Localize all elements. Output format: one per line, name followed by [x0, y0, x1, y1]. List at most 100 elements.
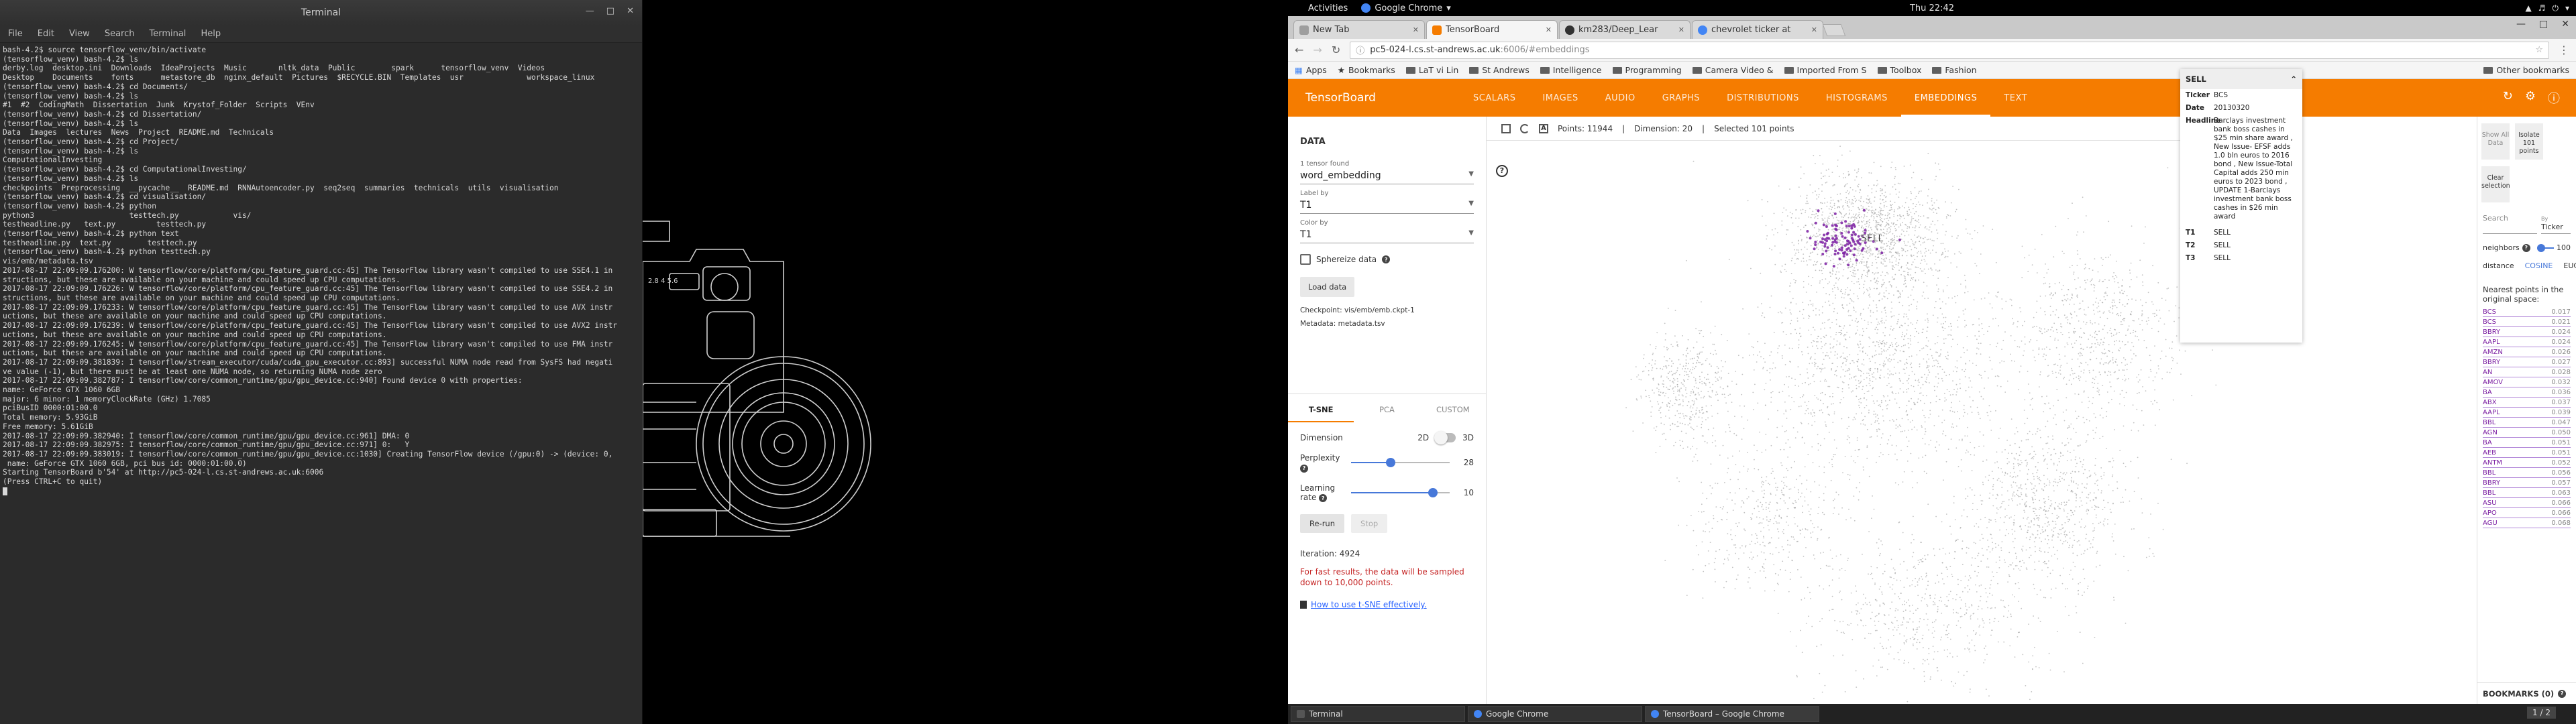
terminal-titlebar[interactable]: Terminal — □ ✕ [0, 0, 642, 25]
perplexity-slider[interactable] [1351, 458, 1450, 468]
dimension-toggle[interactable] [1434, 431, 1456, 444]
system-tray[interactable]: ▲ ♬ ⏻ ▾ [2525, 3, 2569, 13]
close-icon[interactable]: ✕ [627, 6, 634, 16]
embedding-point [1706, 378, 1708, 380]
tab-custom[interactable]: CUSTOM [1420, 394, 1486, 422]
app-menu[interactable]: Google Chrome ▾ [1361, 3, 1451, 13]
label-by-select[interactable]: Label by T1 ▼ [1288, 190, 1486, 219]
forward-icon[interactable]: → [1313, 44, 1322, 56]
projector-canvas-area[interactable]: A Points: 11944 | Dimension: 20 | Select… [1487, 117, 2222, 704]
star-icon[interactable]: ☆ [2535, 45, 2543, 55]
terminal-output[interactable]: bash-4.2$ source tensorflow_venv/bin/act… [0, 43, 642, 720]
checkbox-icon[interactable] [1300, 254, 1311, 265]
bookmark-programming[interactable]: Programming [1612, 65, 1682, 75]
terminal-window[interactable]: Terminal — □ ✕ File Edit View Search Ter… [0, 0, 643, 724]
bookmark-toolbox[interactable]: Toolbox [1877, 65, 1921, 75]
maximize-icon[interactable]: □ [606, 6, 614, 16]
menu-help[interactable]: Help [201, 29, 221, 39]
embedding-point [2130, 461, 2132, 463]
tab-tsne[interactable]: T-SNE [1288, 394, 1354, 422]
embedding-point [1911, 385, 1913, 387]
embedding-point [1883, 295, 1884, 297]
bookmark-camera-video[interactable]: Camera Video & [1692, 65, 1774, 75]
info-icon[interactable]: ⓘ [1356, 44, 1364, 56]
learning-rate-slider[interactable] [1351, 487, 1450, 497]
rerun-button[interactable]: Re-run [1300, 514, 1345, 533]
bookmark-intelligence[interactable]: Intelligence [1540, 65, 1602, 75]
embedding-point [1978, 330, 1980, 333]
bookmark-imported[interactable]: Imported From S [1784, 65, 1867, 75]
tab-google-search[interactable]: chevrolet ticker at ✕ [1692, 20, 1823, 39]
embedding-point [1860, 312, 1862, 314]
address-bar[interactable]: ⓘ pc5-024-l.cs.st-andrews.ac.uk:6006/#em… [1350, 41, 2549, 59]
back-icon[interactable]: ← [1295, 44, 1303, 56]
tab-histograms[interactable]: HISTOGRAMS [1813, 79, 1901, 117]
tsne-help-link-text[interactable]: How to use t-SNE effectively. [1311, 600, 1427, 609]
menu-terminal[interactable]: Terminal [149, 29, 186, 39]
embedding-point [1829, 294, 1831, 296]
label-toggle-icon[interactable]: A [1539, 123, 1548, 133]
bookmark-fashion[interactable]: Fashion [1932, 65, 1977, 75]
menu-icon[interactable]: ⋮ [2559, 44, 2569, 56]
embedding-point [1717, 394, 1719, 395]
tab-tensorboard[interactable]: TensorBoard ✕ [1426, 20, 1558, 39]
close-icon[interactable]: ✕ [1811, 25, 1817, 34]
help-icon[interactable]: ? [1382, 255, 1391, 263]
reload-icon[interactable]: ↻ [1332, 44, 1340, 56]
tab-embeddings[interactable]: EMBEDDINGS [1900, 79, 1991, 117]
tensor-select[interactable]: 1 tensor found word_embedding ▼ [1288, 160, 1486, 190]
menu-view[interactable]: View [69, 29, 90, 39]
tab-distributions[interactable]: DISTRIBUTIONS [1713, 79, 1813, 117]
menu-search[interactable]: Search [105, 29, 135, 39]
close-icon[interactable]: ✕ [2561, 19, 2569, 29]
embedding-point [1866, 263, 1868, 265]
embedding-point [1945, 399, 1947, 401]
minimize-icon[interactable]: — [2516, 19, 2526, 29]
embedding-point [2135, 300, 2137, 301]
night-mode-icon[interactable] [1520, 123, 1529, 133]
bookmark-apps[interactable]: ▦ Apps [1295, 65, 1327, 75]
tsne-help-link[interactable]: How to use t-SNE effectively. [1288, 592, 1486, 617]
perplexity-slider-knob[interactable] [1385, 458, 1395, 468]
minimize-icon[interactable]: — [586, 6, 594, 16]
bookmark-st-andrews[interactable]: St Andrews [1469, 65, 1529, 75]
tab-text[interactable]: TEXT [1990, 79, 2041, 117]
maximize-icon[interactable]: □ [2539, 19, 2548, 29]
close-icon[interactable]: ✕ [1678, 25, 1684, 34]
tab-scalars[interactable]: SCALARS [1460, 79, 1529, 117]
bookmark-other[interactable]: Other bookmarks [2483, 65, 2569, 75]
learning-rate-slider-knob[interactable] [1428, 487, 1438, 497]
activities-button[interactable]: Activities [1308, 3, 1348, 13]
stop-button[interactable]: Stop [1351, 514, 1388, 533]
embedding-scatter-plot[interactable]: SELL [1487, 141, 2222, 704]
close-icon[interactable]: ✕ [1546, 25, 1552, 34]
tab-audio[interactable]: AUDIO [1592, 79, 1649, 117]
select-rect-icon[interactable] [1501, 123, 1511, 133]
embedding-point [1699, 381, 1701, 383]
color-by-select[interactable]: Color by T1 ▼ [1288, 219, 1486, 249]
embedding-point [1693, 160, 1695, 162]
embedding-point [1783, 448, 1785, 450]
reload-icon[interactable]: ↻ [2503, 89, 2513, 107]
close-icon[interactable]: ✕ [1413, 25, 1419, 34]
embedding-point [1863, 261, 1865, 263]
clock[interactable]: Thu 22:42 [1288, 3, 2576, 13]
sphereize-checkbox[interactable]: Sphereize data ? [1288, 249, 1486, 270]
tab-graphs[interactable]: GRAPHS [1649, 79, 1713, 117]
tab-github[interactable]: km283/Deep_Lear ✕ [1559, 20, 1690, 39]
embedding-point [1860, 253, 1862, 255]
tab-images[interactable]: IMAGES [1529, 79, 1591, 117]
menu-file[interactable]: File [8, 29, 23, 39]
help-icon[interactable]: ? [1300, 464, 1308, 473]
tab-pca[interactable]: PCA [1354, 394, 1419, 422]
bookmark-bookmarks[interactable]: ★ Bookmarks [1338, 65, 1395, 75]
help-icon[interactable]: ⓘ [2548, 89, 2560, 107]
settings-icon[interactable]: ⚙ [2525, 89, 2536, 107]
new-tab-button[interactable] [1822, 24, 1846, 36]
bookmark-latvilin[interactable]: LaT vi Lin [1405, 65, 1458, 75]
tab-new-tab[interactable]: New Tab ✕ [1293, 20, 1425, 39]
embedding-point [1851, 319, 1853, 321]
load-data-button[interactable]: Load data [1300, 277, 1355, 297]
help-icon[interactable]: ? [1319, 494, 1328, 502]
menu-edit[interactable]: Edit [38, 29, 54, 39]
